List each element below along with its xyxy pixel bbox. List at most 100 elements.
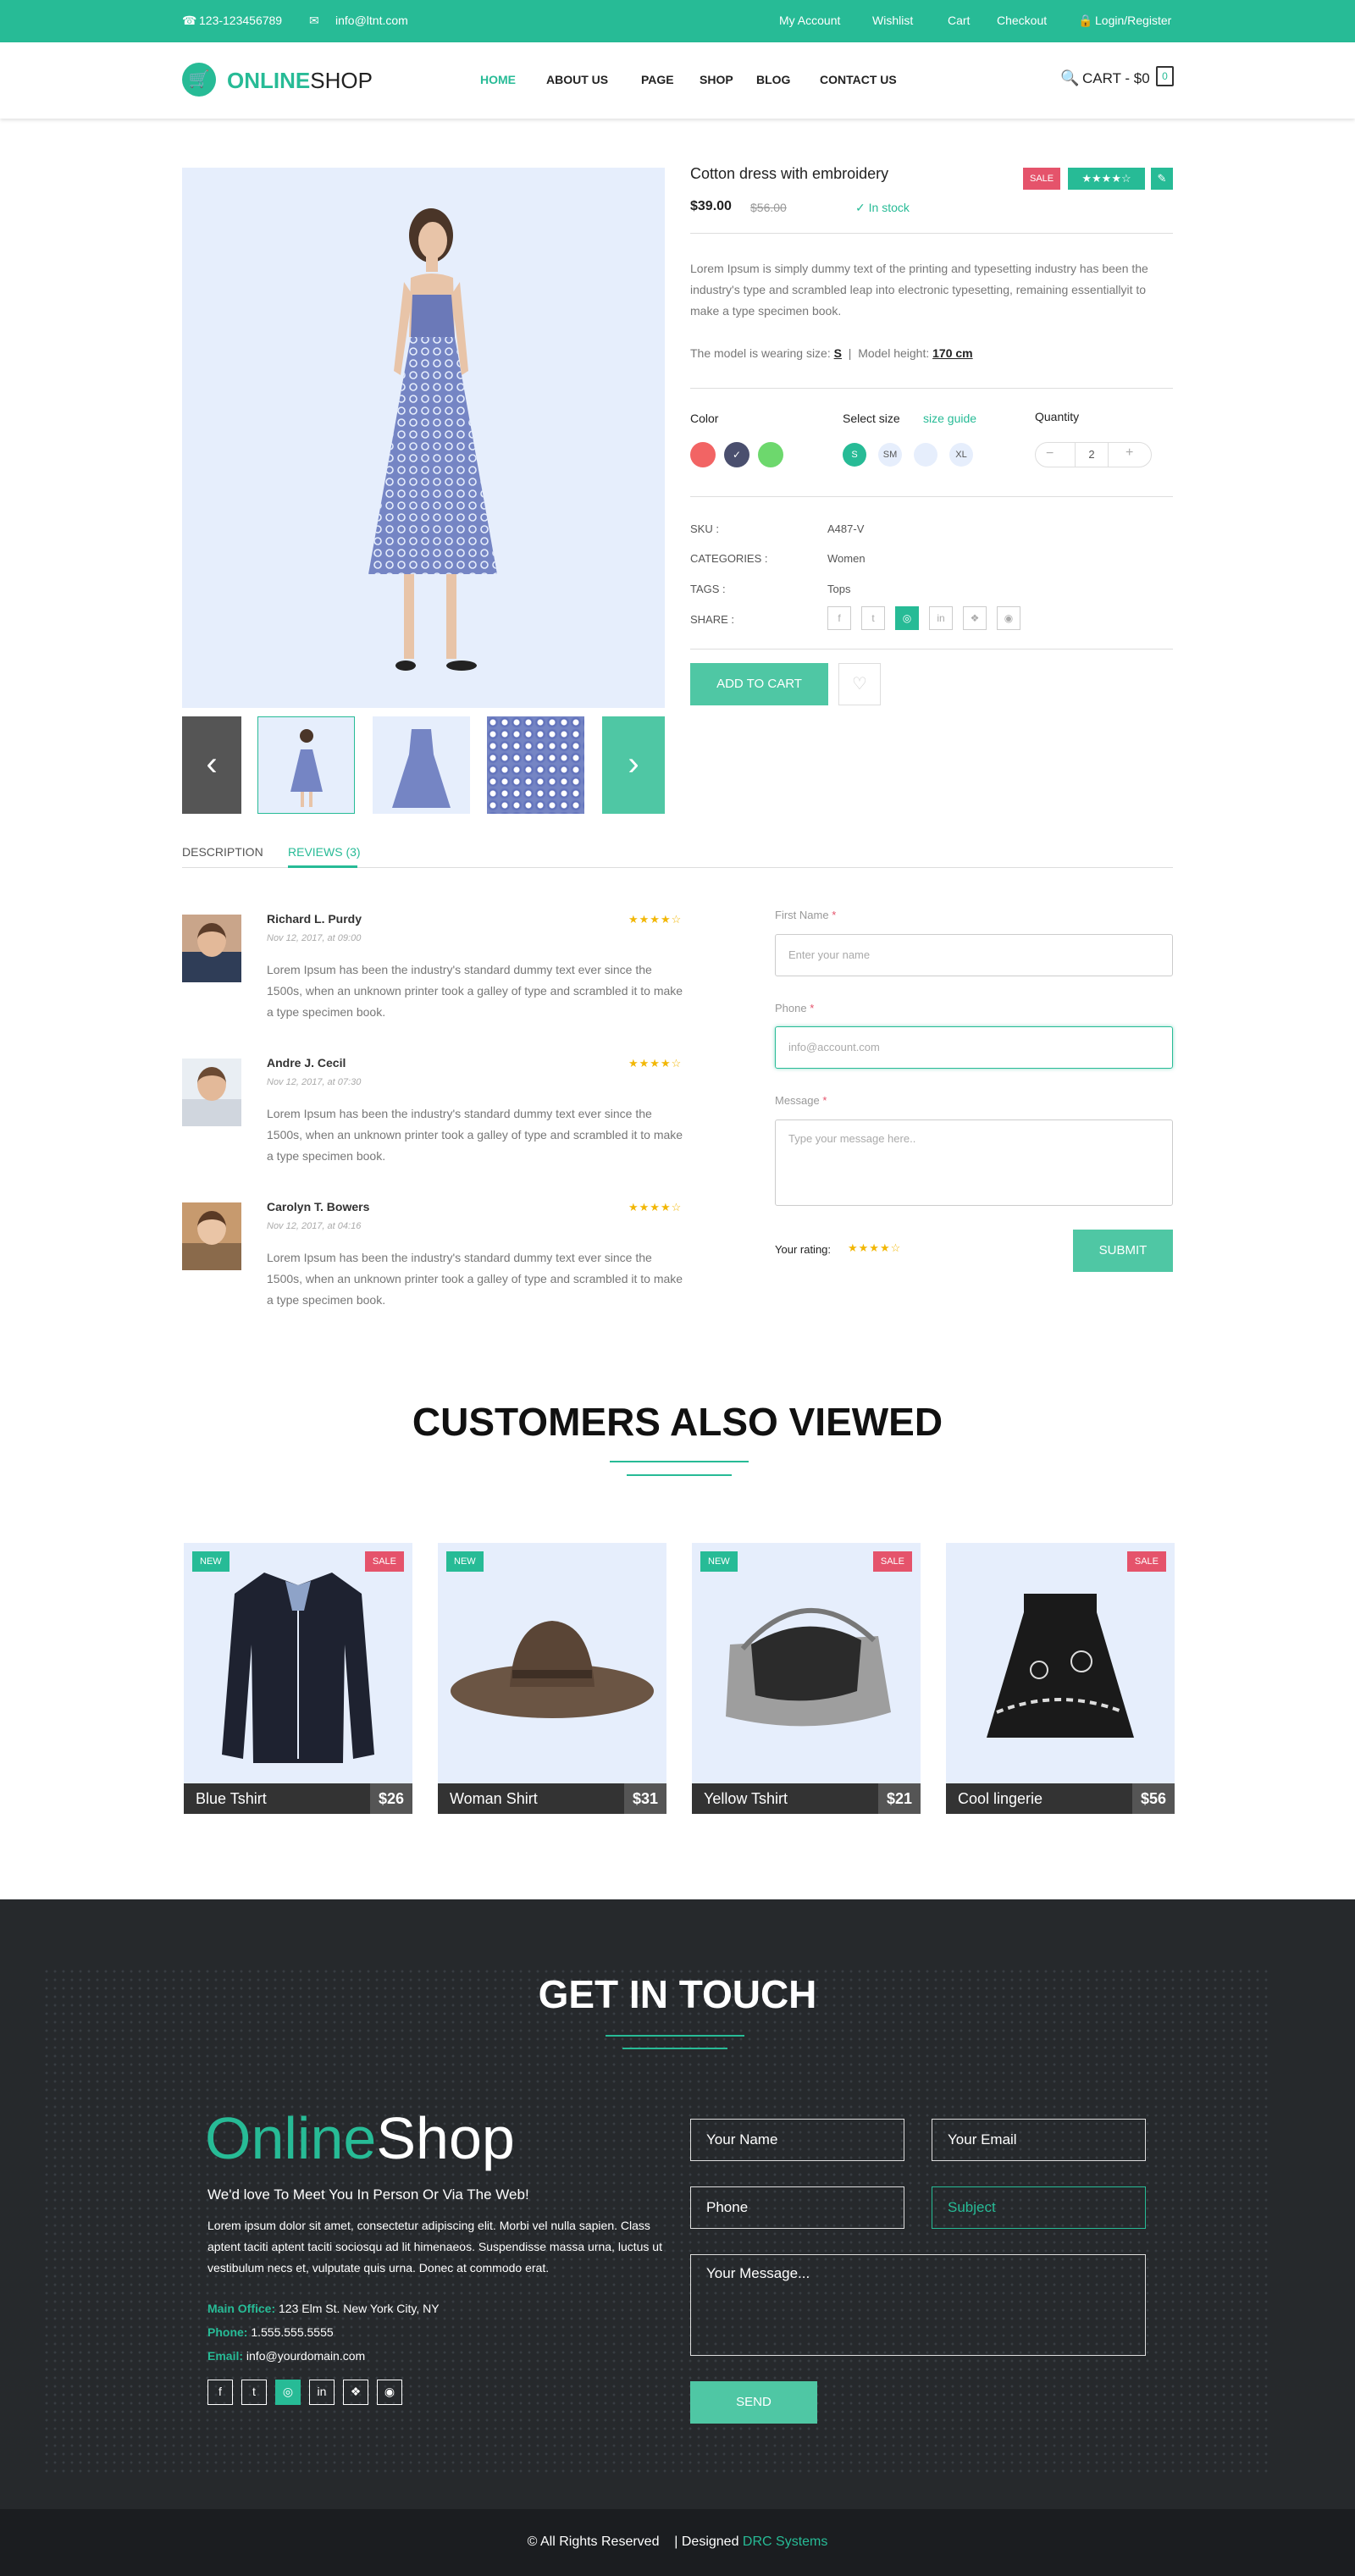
contact-name-input[interactable]: Your Name	[690, 2119, 904, 2161]
tab-reviews[interactable]: REVIEWS (3)	[288, 845, 361, 859]
categories-value[interactable]: Women	[827, 552, 866, 565]
product-card[interactable]: NEW SALE Yellow Tshirt $21	[692, 1543, 921, 1814]
dribbble-icon[interactable]: ◎	[895, 606, 919, 630]
avatar	[182, 1059, 241, 1126]
new-badge: NEW	[700, 1551, 738, 1572]
contact-phone-input[interactable]: Phone	[690, 2186, 904, 2229]
phone-input[interactable]: info@account.com	[775, 1026, 1173, 1069]
review-rating-stars: ★★★★☆	[628, 1057, 683, 1070]
nav-about-us[interactable]: ABOUT US	[546, 73, 608, 86]
size-sm[interactable]: SM	[878, 443, 902, 467]
size-s-selected[interactable]: S	[843, 443, 866, 467]
new-badge: NEW	[446, 1551, 484, 1572]
logo-primary: ONLINE	[227, 68, 311, 93]
product-title: Cotton dress with embroidery	[690, 165, 889, 182]
thumbnail-dress-image	[392, 729, 451, 808]
nav-home[interactable]: HOME	[480, 73, 516, 86]
color-swatch-navy-selected[interactable]: ✓	[724, 442, 749, 467]
linkedin-icon[interactable]: in	[929, 606, 953, 630]
color-swatch-green[interactable]	[758, 442, 783, 467]
logo[interactable]: ONLINESHOP	[227, 68, 373, 94]
main-header: 🛒 ONLINESHOP HOME ABOUT US PAGE SHOP BLO…	[0, 42, 1355, 119]
quantity-stepper[interactable]: − 2 +	[1035, 442, 1152, 467]
facebook-icon[interactable]: f	[207, 2380, 233, 2405]
contact-message-textarea[interactable]: Your Message...	[690, 2254, 1146, 2356]
logo-secondary: SHOP	[310, 68, 373, 93]
edit-icon[interactable]: ✎	[1151, 168, 1173, 190]
login-register-link[interactable]: Login/Register	[1095, 14, 1171, 27]
tags-value[interactable]: Tops	[827, 583, 850, 595]
contact-email-input[interactable]: Your Email	[932, 2119, 1146, 2161]
share-label: SHARE :	[690, 613, 735, 626]
size-guide-link[interactable]: size guide	[923, 412, 976, 425]
bag-image	[726, 1607, 891, 1727]
tab-description[interactable]: DESCRIPTION	[182, 845, 263, 859]
product-main-image	[182, 168, 665, 708]
your-rating-stars[interactable]: ★★★★☆	[848, 1241, 901, 1255]
nav-shop[interactable]: SHOP	[700, 73, 733, 86]
review-author: Richard L. Purdy	[267, 912, 362, 926]
codepen-icon[interactable]: ❖	[343, 2380, 368, 2405]
wishlist-link[interactable]: Wishlist	[872, 14, 913, 27]
categories-label: CATEGORIES :	[690, 552, 768, 565]
message-textarea[interactable]: Type your message here..	[775, 1119, 1173, 1206]
bottom-bar: © All Rights Reserved | Designed DRC Sys…	[0, 2509, 1355, 2576]
nav-contact-us[interactable]: CONTACT US	[820, 73, 897, 86]
twitter-icon[interactable]: t	[241, 2380, 267, 2405]
message-label: Message *	[775, 1094, 827, 1107]
size-xl[interactable]: XL	[949, 443, 973, 467]
cart-link[interactable]: Cart	[948, 14, 970, 27]
designer-link[interactable]: DRC Systems	[743, 2535, 827, 2549]
model-size-label: The model is wearing size:	[690, 346, 831, 360]
sale-badge: SALE	[1023, 168, 1061, 190]
color-label: Color	[690, 412, 719, 425]
stock-text: In stock	[868, 201, 910, 214]
product-card[interactable]: NEW SALE Blue Tshirt $26	[184, 1543, 412, 1814]
nav-page[interactable]: PAGE	[641, 73, 674, 86]
thumb-next-button[interactable]: ›	[602, 716, 665, 814]
submit-review-button[interactable]: SUBMIT	[1073, 1230, 1173, 1272]
thumbnail-2[interactable]	[373, 716, 470, 814]
contact-tagline: We'd love To Meet You In Person Or Via T…	[207, 2186, 529, 2203]
minus-icon[interactable]: −	[1046, 446, 1054, 462]
checkout-link[interactable]: Checkout	[997, 14, 1047, 27]
color-swatch-red[interactable]	[690, 442, 716, 467]
facebook-icon[interactable]: f	[827, 606, 851, 630]
size-label: Select size	[843, 412, 900, 425]
thumb-prev-button[interactable]: ‹	[182, 716, 241, 814]
contact-subject-input[interactable]: Subject	[932, 2186, 1146, 2229]
product-card[interactable]: SALE Cool lingerie $56	[946, 1543, 1175, 1814]
plus-icon[interactable]: +	[1125, 445, 1133, 461]
header-cart[interactable]: CART - $0	[1082, 70, 1150, 87]
tags-label: TAGS :	[690, 583, 726, 595]
twitter-icon[interactable]: t	[861, 606, 885, 630]
nav-blog[interactable]: BLOG	[756, 73, 790, 86]
search-icon[interactable]: 🔍	[1060, 69, 1079, 87]
size-l[interactable]: L	[914, 443, 937, 467]
product-price: $21	[878, 1783, 921, 1814]
wishlist-heart-button[interactable]: ♡	[838, 663, 881, 705]
my-account-link[interactable]: My Account	[779, 14, 840, 27]
thumbnail-1[interactable]	[257, 716, 355, 814]
quantity-value[interactable]: 2	[1075, 443, 1109, 467]
send-button[interactable]: SEND	[690, 2381, 817, 2424]
github-icon[interactable]: ◉	[377, 2380, 402, 2405]
product-card[interactable]: NEW Woman Shirt $31	[438, 1543, 666, 1814]
sale-badge: SALE	[872, 1551, 912, 1572]
thumbnail-3-fabric[interactable]	[487, 716, 584, 814]
product-price: $56	[1132, 1783, 1175, 1814]
review-text: Lorem Ipsum has been the industry's stan…	[267, 1251, 683, 1307]
github-icon[interactable]: ◉	[997, 606, 1020, 630]
first-name-input[interactable]: Enter your name	[775, 934, 1173, 976]
dribbble-icon[interactable]: ◎	[275, 2380, 301, 2405]
hat-image	[451, 1621, 654, 1718]
codepen-icon[interactable]: ❖	[963, 606, 987, 630]
review-date: Nov 12, 2017, at 07:30	[267, 1077, 362, 1087]
cart-bag-icon[interactable]: 0	[1156, 66, 1174, 86]
product-rating-stars: ★★★★☆	[1068, 168, 1145, 190]
active-tab-indicator	[288, 865, 357, 868]
copyright: © All Rights Reserved | Designed DRC Sys…	[0, 2535, 1355, 2550]
divider	[690, 388, 1173, 389]
add-to-cart-button[interactable]: ADD TO CART	[690, 663, 828, 705]
linkedin-icon[interactable]: in	[309, 2380, 335, 2405]
